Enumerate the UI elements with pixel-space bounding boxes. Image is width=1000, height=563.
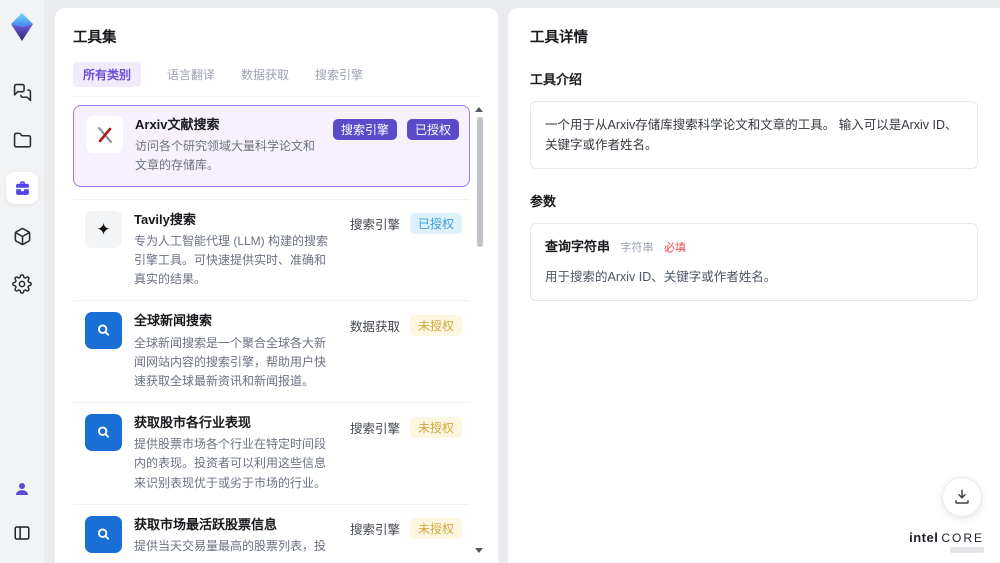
- intel-core-logo: intel CORE: [909, 531, 984, 553]
- panel-toggle-icon[interactable]: [6, 517, 38, 549]
- app-logo-icon[interactable]: [9, 12, 35, 42]
- tool-title: Tavily搜索: [134, 211, 196, 227]
- tool-card-most-active-stocks[interactable]: 获取市场最活跃股票信息 提供当天交易量最高的股票列表，投资者可以利用这些信息来识…: [73, 505, 470, 557]
- param-name: 查询字符串: [545, 239, 611, 254]
- tool-desc: 访问各个研究领域大量科学论文和文章的存储库。: [135, 139, 316, 173]
- params-heading: 参数: [530, 194, 557, 209]
- auth-status-badge: 未授权: [409, 518, 462, 540]
- tools-panel: 工具集 所有类别 语言翻译 数据获取 搜索引擎 Arxiv文献搜索 访问各个研究…: [55, 8, 498, 563]
- chat-icon[interactable]: [6, 76, 38, 108]
- tool-title: 全球新闻搜索: [134, 313, 213, 329]
- settings-gear-icon[interactable]: [6, 268, 38, 300]
- tool-title: 获取股市各行业表现: [134, 415, 252, 431]
- stock-search-icon: [85, 414, 122, 452]
- app-rail: [0, 0, 44, 563]
- auth-status-badge: 已授权: [406, 118, 459, 140]
- brand-intel-text: intel: [909, 530, 939, 545]
- tool-desc: 提供当天交易量最高的股票列表，投资者可以利用这些信息来识别流动性强的股票和潜在的…: [134, 539, 327, 553]
- param-desc: 用于搜索的Arxiv ID、关键字或作者姓名。: [545, 269, 777, 284]
- param-card: 查询字符串 字符串 必填 用于搜索的Arxiv ID、关键字或作者姓名。: [530, 223, 978, 301]
- news-search-icon: [85, 312, 122, 350]
- auth-status-badge: 已授权: [409, 213, 462, 235]
- category-label: 搜索引擎: [349, 218, 400, 233]
- arxiv-logo-icon: [86, 116, 123, 153]
- list-scrollbar[interactable]: [475, 105, 484, 557]
- intro-text: 一个用于从Arxiv存储库搜索科学论文和文章的工具。 输入可以是Arxiv ID…: [545, 118, 958, 152]
- tool-desc: 专为人工智能代理 (LLM) 构建的搜索引擎工具。可快速提供实时、准确和真实的结…: [134, 233, 329, 287]
- auth-status-badge: 未授权: [409, 314, 462, 336]
- scroll-up-arrow-icon[interactable]: [475, 107, 483, 112]
- tab-search-engine[interactable]: 搜索引擎: [315, 66, 363, 83]
- stock-search-icon: [85, 515, 122, 553]
- param-type: 字符串: [620, 242, 654, 254]
- cube-icon[interactable]: [6, 220, 38, 252]
- tool-title: 获取市场最活跃股票信息: [134, 516, 278, 532]
- tool-card-arxiv[interactable]: Arxiv文献搜索 访问各个研究领域大量科学论文和文章的存储库。 搜索引擎 已授…: [73, 105, 470, 187]
- scrollbar-thumb[interactable]: [477, 117, 483, 247]
- detail-panel: 工具详情 工具介绍 一个用于从Arxiv存储库搜索科学论文和文章的工具。 输入可…: [508, 8, 1000, 563]
- rail-nav: [6, 76, 38, 300]
- tab-data-fetch[interactable]: 数据获取: [241, 66, 289, 83]
- tool-card-sector-performance[interactable]: 获取股市各行业表现 提供股票市场各个行业在特定时间段内的表现。投资者可以利用这些…: [73, 403, 470, 504]
- category-label: 数据获取: [349, 319, 400, 334]
- intro-text-box: 一个用于从Arxiv存储库搜索科学论文和文章的工具。 输入可以是Arxiv ID…: [530, 101, 978, 169]
- download-button[interactable]: [942, 477, 982, 517]
- rail-bottom: [6, 473, 38, 549]
- category-label: 搜索引擎: [349, 523, 400, 538]
- tool-desc: 提供股票市场各个行业在特定时间段内的表现。投资者可以利用这些信息来识别表现优于或…: [134, 437, 327, 490]
- tab-language-translation[interactable]: 语言翻译: [167, 66, 215, 83]
- tavily-sparkle-icon: ✦: [85, 210, 122, 248]
- download-icon: [955, 489, 969, 504]
- tool-card-tavily[interactable]: ✦ Tavily搜索 专为人工智能代理 (LLM) 构建的搜索引擎工具。可快速提…: [73, 200, 470, 301]
- page-title: 工具集: [73, 30, 117, 46]
- user-avatar-icon[interactable]: [6, 473, 38, 505]
- detail-title: 工具详情: [530, 30, 588, 46]
- category-label: 搜索引擎: [349, 421, 400, 436]
- brand-core-text: CORE: [941, 531, 984, 545]
- param-required-flag: 必填: [663, 242, 686, 254]
- folder-icon[interactable]: [6, 124, 38, 156]
- tool-desc: 全球新闻搜索是一个聚合全球各大新闻网站内容的搜索引擎，帮助用户快速获取全球最新资…: [134, 335, 327, 388]
- intro-heading: 工具介绍: [530, 72, 583, 87]
- tool-title: Arxiv文献搜索: [135, 117, 220, 132]
- toolbox-icon[interactable]: [6, 172, 38, 204]
- auth-status-badge: 未授权: [409, 416, 462, 438]
- scroll-down-arrow-icon[interactable]: [475, 548, 483, 553]
- category-badge: 搜索引擎: [332, 118, 397, 140]
- tab-all-categories[interactable]: 所有类别: [73, 62, 142, 87]
- category-tabs: 所有类别 语言翻译 数据获取 搜索引擎: [73, 62, 480, 97]
- tool-card-global-news[interactable]: 全球新闻搜索 全球新闻搜索是一个聚合全球各大新闻网站内容的搜索引擎，帮助用户快速…: [73, 301, 470, 402]
- tool-list: Arxiv文献搜索 访问各个研究领域大量科学论文和文章的存储库。 搜索引擎 已授…: [73, 105, 484, 557]
- brand-subtext-bar: [950, 547, 984, 553]
